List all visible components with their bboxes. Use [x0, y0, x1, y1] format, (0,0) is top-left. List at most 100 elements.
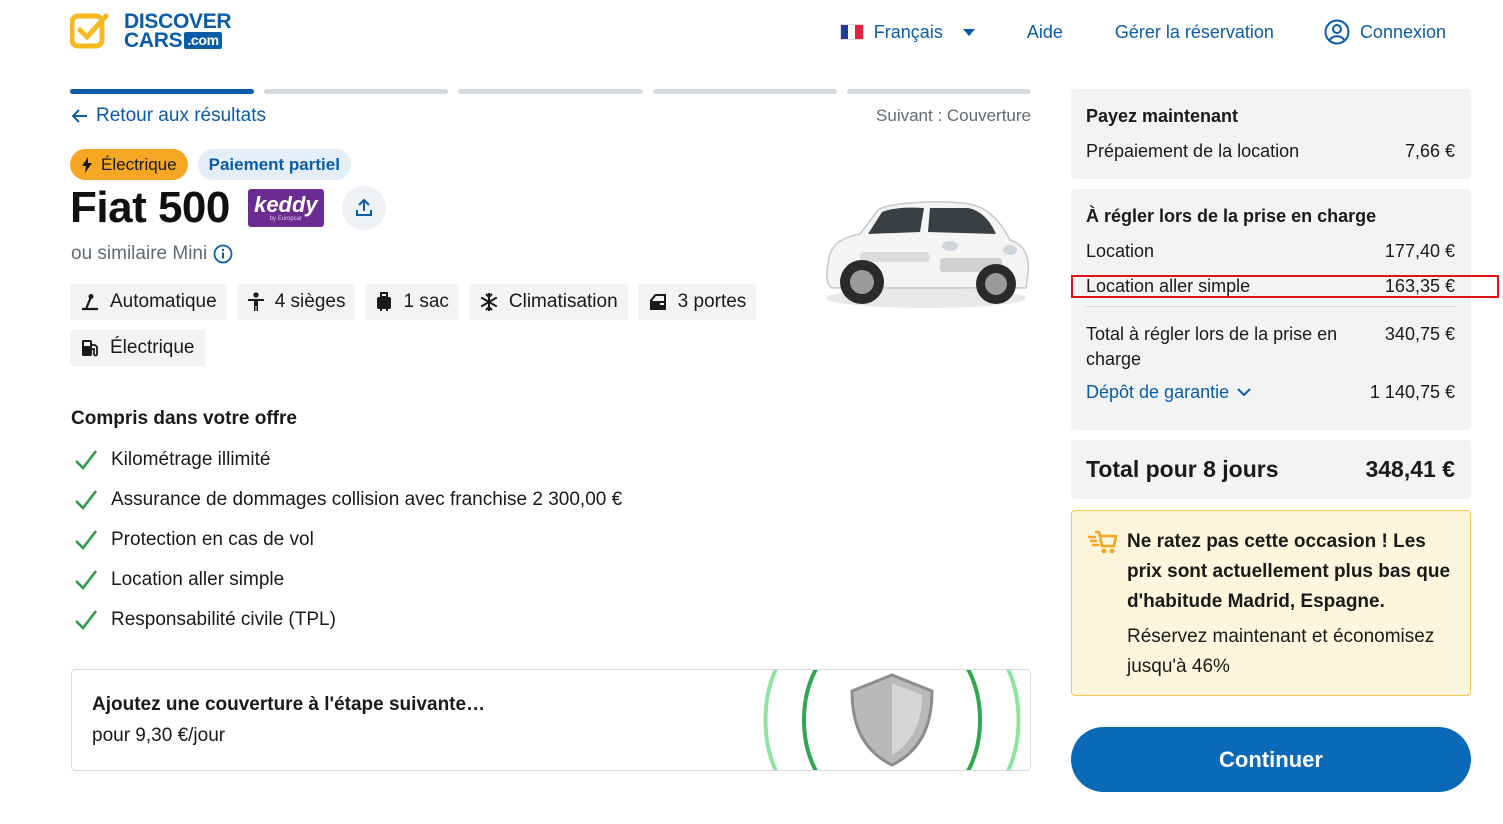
- car-features: Automatique 4 sièges 1 sac Climatisation…: [70, 284, 810, 366]
- person-icon: [247, 292, 264, 311]
- manage-booking-link[interactable]: Gérer la réservation: [1115, 19, 1274, 45]
- pickup-total-label: Total à régler lors de la prise en charg…: [1086, 324, 1338, 369]
- language-selector[interactable]: Français: [839, 19, 975, 45]
- divider: [1086, 306, 1456, 307]
- deal-description: Réservez maintenant et économisez jusqu'…: [1127, 626, 1435, 677]
- included-list: Kilométrage illimité Assurance de dommag…: [74, 440, 622, 640]
- list-item: Kilométrage illimité: [74, 440, 622, 480]
- deal-title: Ne ratez pas cette occasion ! Les prix s…: [1127, 531, 1451, 612]
- chevron-down-icon: [1237, 388, 1251, 397]
- transmission-icon: [82, 294, 98, 311]
- france-flag-icon: [839, 24, 864, 40]
- fuel-pump-icon: [82, 340, 98, 357]
- list-item: Protection en cas de vol: [74, 520, 622, 560]
- feature-label: 4 sièges: [274, 291, 346, 312]
- feature-label: 3 portes: [677, 291, 747, 312]
- list-item: Location aller simple: [74, 560, 622, 600]
- deal-alert: Ne ratez pas cette occasion ! Les prix s…: [1071, 510, 1471, 696]
- car-image: [826, 201, 1030, 308]
- included-item-label: Assurance de dommages collision avec fra…: [111, 489, 623, 510]
- checkmark-icon: [75, 490, 98, 510]
- feature-ac: Climatisation: [468, 284, 628, 320]
- manage-booking-label: Gérer la réservation: [1114, 21, 1274, 42]
- arrow-left-icon: [72, 109, 87, 123]
- total-value: 348,41 €: [1365, 456, 1455, 482]
- electric-badge-label: Électrique: [101, 154, 177, 174]
- feature-label: Électrique: [110, 337, 195, 358]
- luggage-icon: [377, 292, 392, 311]
- car-title: Fiat 500: [70, 183, 230, 232]
- logo-suffix: .com: [184, 32, 222, 49]
- continue-button[interactable]: Continuer: [1071, 727, 1471, 792]
- rental-label: Location: [1086, 241, 1155, 261]
- progress-step: [264, 89, 449, 94]
- deposit-toggle[interactable]: Dépôt de garantie: [1086, 382, 1251, 403]
- supplier-name: keddy: [254, 192, 318, 217]
- highlight-box: [1071, 275, 1499, 298]
- electric-badge: Électrique: [70, 149, 188, 180]
- pay-now-panel: Payez maintenant Prépaiement de la locat…: [1071, 89, 1471, 179]
- checkmark-icon: [75, 610, 98, 630]
- included-item-label: Kilométrage illimité: [111, 449, 271, 470]
- top-navigation: Français Aide Gérer la réservation Conne…: [839, 19, 1446, 45]
- prepayment-label: Prépaiement de la location: [1086, 141, 1300, 161]
- login-label: Connexion: [1359, 21, 1446, 42]
- list-item: Responsabilité civile (TPL): [74, 600, 622, 640]
- discovercars-logo[interactable]: DISCOVER CARS .com: [69, 11, 232, 52]
- pay-now-title: Payez maintenant: [1086, 106, 1239, 126]
- feature-label: Climatisation: [508, 291, 618, 312]
- partial-payment-label: Paiement partiel: [208, 154, 340, 174]
- included-item-label: Location aller simple: [111, 569, 285, 590]
- shield-icon: [763, 670, 1021, 770]
- checkmark-icon: [75, 450, 98, 470]
- feature-doors: 3 portes: [637, 284, 757, 320]
- snowflake-icon: [480, 293, 498, 311]
- progress-step: [652, 89, 837, 94]
- user-account-icon: [1324, 19, 1350, 45]
- deposit-label: Dépôt de garantie: [1086, 382, 1230, 402]
- progress-step: [846, 89, 1032, 94]
- info-icon[interactable]: [213, 244, 233, 264]
- rental-value: 177,40 €: [1384, 241, 1455, 261]
- lightning-icon: [82, 156, 92, 173]
- supplier-sub: by Europcar: [269, 216, 303, 222]
- login-link[interactable]: Connexion: [1324, 19, 1446, 45]
- back-to-results-link[interactable]: Retour aux résultats: [72, 105, 266, 127]
- total-label: Total pour 8 jours: [1086, 456, 1279, 482]
- progress-step-active: [70, 89, 255, 94]
- cart-speed-icon: [1088, 530, 1117, 554]
- coverage-price: pour 9,30 €/jour: [92, 725, 226, 746]
- share-icon: [355, 198, 372, 216]
- feature-label: Automatique: [110, 291, 217, 312]
- car-door-icon: [649, 294, 666, 310]
- progress-step: [458, 89, 643, 94]
- coverage-title: Ajoutez une couverture à l'étape suivant…: [92, 694, 486, 715]
- pickup-title: À régler lors de la prise en charge: [1086, 206, 1377, 226]
- feature-bags: 1 sac: [365, 284, 459, 320]
- feature-transmission: Automatique: [70, 284, 227, 320]
- total-panel: Total pour 8 jours 348,41 €: [1071, 440, 1471, 499]
- chevron-down-icon: [962, 28, 975, 36]
- logo-checkbox-icon: [69, 12, 110, 50]
- language-label: Français: [873, 21, 943, 42]
- included-item-label: Protection en cas de vol: [111, 529, 314, 550]
- feature-fuel: Électrique: [70, 330, 205, 366]
- share-button[interactable]: [341, 186, 386, 230]
- next-step-label: Suivant : Couverture: [876, 106, 1031, 125]
- back-label: Retour aux résultats: [96, 105, 267, 126]
- logo-line2: CARS: [124, 29, 183, 52]
- included-item-label: Responsabilité civile (TPL): [111, 609, 336, 630]
- feature-label: 1 sac: [403, 291, 449, 312]
- deposit-value: 1 140,75 €: [1369, 382, 1455, 402]
- checkmark-icon: [75, 570, 98, 590]
- partial-payment-badge: Paiement partiel: [197, 149, 351, 180]
- prepayment-value: 7,66 €: [1404, 141, 1455, 161]
- pickup-total-value: 340,75 €: [1384, 324, 1455, 344]
- checkmark-icon: [75, 530, 98, 550]
- pickup-payment-panel: À régler lors de la prise en charge Loca…: [1071, 189, 1471, 430]
- help-link[interactable]: Aide: [1027, 19, 1063, 45]
- supplier-logo: keddy by Europcar: [247, 189, 324, 227]
- similar-label: ou similaire Mini: [71, 243, 208, 264]
- coverage-upsell-card[interactable]: Ajoutez une couverture à l'étape suivant…: [71, 669, 1031, 771]
- similar-car-text: ou similaire Mini: [71, 243, 233, 265]
